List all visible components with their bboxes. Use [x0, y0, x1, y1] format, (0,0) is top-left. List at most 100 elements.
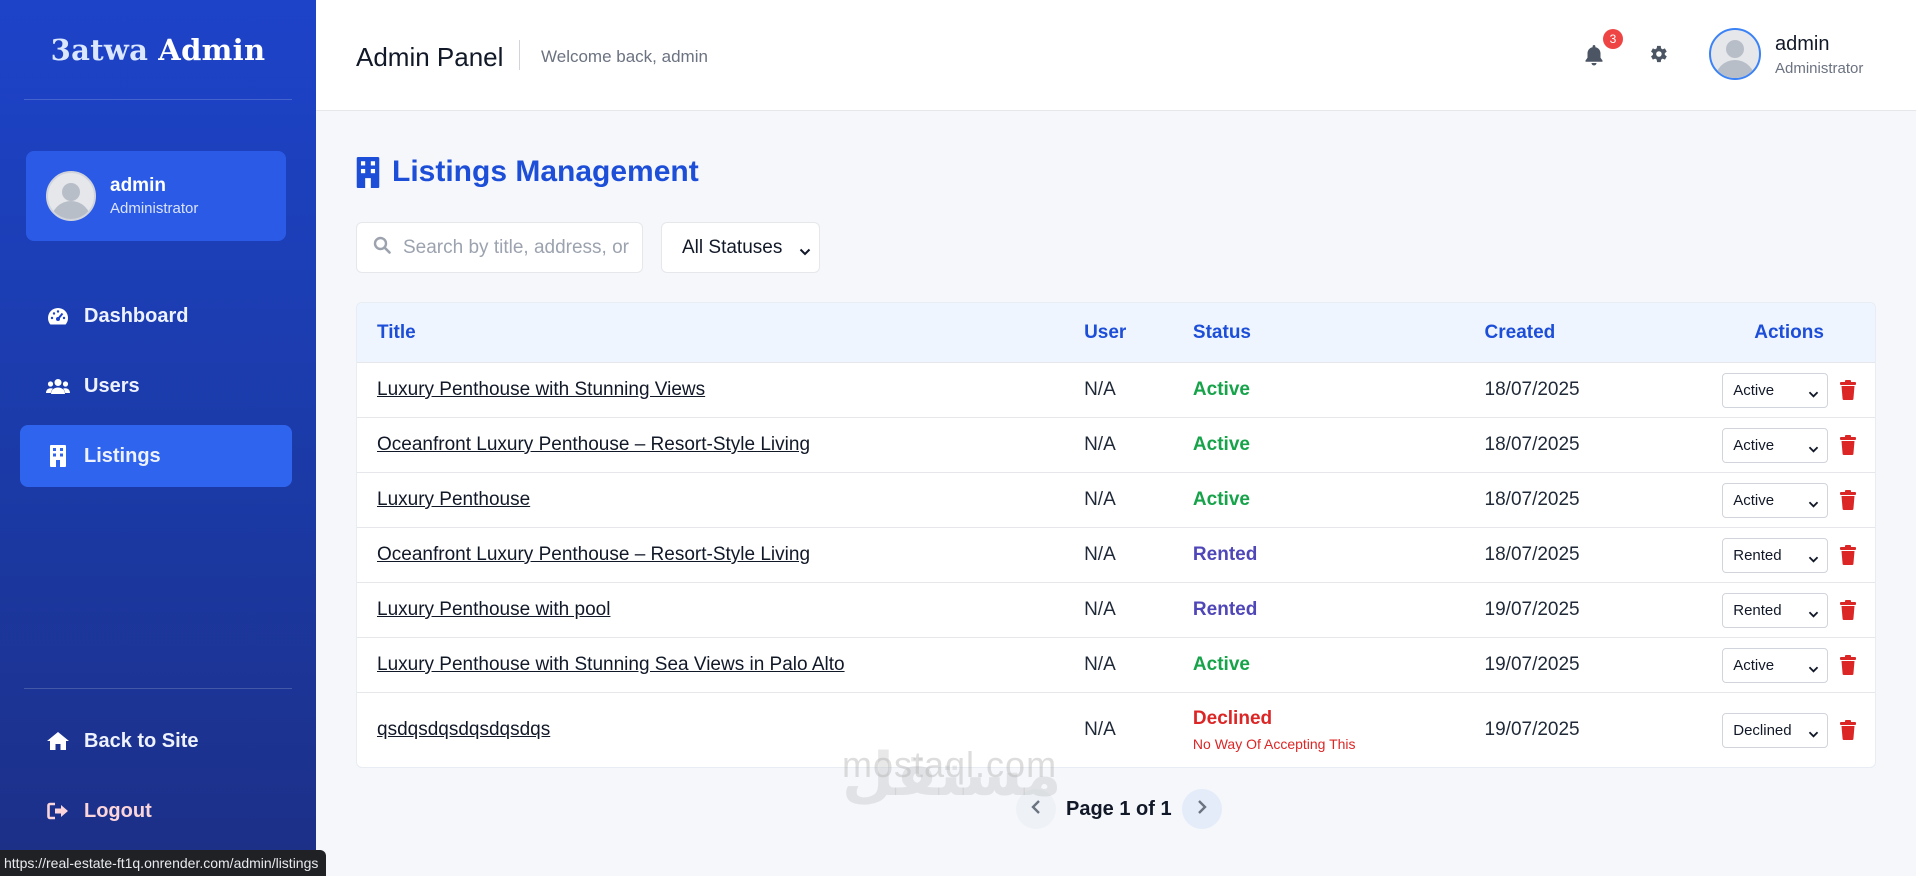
avatar [46, 171, 96, 221]
created-date: 18/07/2025 [1484, 434, 1580, 455]
listing-user: N/A [1084, 489, 1116, 510]
profile-role: Administrator [110, 200, 199, 217]
listing-title-link[interactable]: qsdqsdqsdqsdqsdqs [377, 719, 550, 740]
trash-icon[interactable] [1840, 655, 1857, 675]
status-action-value: Active [1733, 656, 1775, 674]
search-icon [373, 236, 391, 259]
status-badge: Active [1192, 379, 1250, 400]
header-user-info[interactable]: admin Administrator [1775, 33, 1863, 77]
trash-icon[interactable] [1840, 600, 1857, 620]
column-header-actions: Actions [1754, 321, 1824, 343]
status-action-select[interactable]: Active [1722, 427, 1829, 463]
status-action-select[interactable]: Declined [1722, 712, 1829, 748]
listing-title-link[interactable]: Luxury Penthouse with pool [377, 599, 610, 620]
listing-title-link[interactable]: Oceanfront Luxury Penthouse – Resort-Sty… [377, 544, 810, 565]
status-action-value: Rented [1733, 601, 1782, 619]
watermark-text: mostaql.com [842, 744, 1058, 785]
table-header: Title User Status Created Actions [357, 303, 1875, 362]
listing-user: N/A [1084, 719, 1116, 740]
chevron-down-icon [1808, 441, 1819, 458]
sidebar-item-label: Logout [84, 799, 152, 822]
listing-user: N/A [1084, 379, 1116, 400]
listing-user: N/A [1084, 434, 1116, 455]
brand-logo[interactable]: 3atwa Admin [0, 0, 316, 100]
listing-title-link[interactable]: Luxury Penthouse with Stunning Views [377, 379, 705, 400]
status-badge: Active [1192, 489, 1250, 510]
table-row: Luxury Penthouse N/A Active 18/07/2025 A… [357, 472, 1875, 527]
divider [24, 99, 292, 100]
chevron-down-icon [799, 241, 811, 263]
sidebar: 3atwa Admin admin Administrator Dashboar… [0, 0, 316, 876]
sidebar-item-listings[interactable]: Listings [20, 425, 292, 487]
listing-user: N/A [1084, 599, 1116, 620]
listing-user: N/A [1084, 654, 1116, 675]
chevron-down-icon [1808, 386, 1819, 403]
created-date: 18/07/2025 [1484, 379, 1580, 400]
created-date: 19/07/2025 [1484, 719, 1580, 740]
decline-reason: No Way Of Accepting This [1192, 736, 1356, 752]
status-action-value: Active [1733, 436, 1775, 454]
gear-icon[interactable] [1647, 43, 1669, 70]
column-header-user: User [1084, 321, 1127, 343]
trash-icon[interactable] [1840, 490, 1857, 510]
table-row: qsdqsdqsdqsdqsdqs N/A Declined No Way Of… [357, 692, 1875, 767]
status-badge: Active [1192, 434, 1250, 455]
brand-part2: Admin [158, 33, 266, 67]
page-title: Listings Management [356, 155, 699, 189]
status-badge: Declined [1192, 708, 1273, 729]
status-action-select[interactable]: Active [1722, 647, 1829, 683]
building-icon [356, 156, 380, 188]
building-icon [46, 445, 70, 467]
home-icon [46, 730, 70, 752]
sidebar-item-logout[interactable]: Logout [20, 780, 292, 842]
top-header: Admin Panel Welcome back, admin 3 admin … [316, 0, 1916, 111]
trash-icon[interactable] [1840, 720, 1857, 740]
sidebar-item-users[interactable]: Users [20, 355, 292, 417]
divider [24, 688, 292, 689]
header-title: Admin Panel [356, 42, 504, 72]
header-user-role: Administrator [1775, 60, 1864, 77]
chevron-down-icon [1808, 496, 1819, 513]
header-avatar[interactable] [1709, 28, 1761, 80]
listing-title-link[interactable]: Oceanfront Luxury Penthouse – Resort-Sty… [377, 434, 810, 455]
listing-user: N/A [1084, 544, 1116, 565]
created-date: 19/07/2025 [1484, 599, 1580, 620]
status-action-value: Rented [1733, 546, 1782, 564]
sidebar-bottom-nav: Back to Site Logout [20, 710, 292, 850]
status-filter-value: All Statuses [682, 236, 783, 258]
brand-part1: 3atwa [50, 33, 149, 67]
status-action-select[interactable]: Active [1722, 482, 1829, 518]
notification-badge: 3 [1603, 29, 1623, 49]
listing-title-link[interactable]: Luxury Penthouse with Stunning Sea Views… [377, 654, 845, 675]
header-divider [519, 40, 520, 70]
search-input[interactable] [403, 236, 633, 259]
bell-icon[interactable] [1584, 44, 1604, 71]
chevron-down-icon [1808, 606, 1819, 623]
column-header-status: Status [1192, 321, 1251, 343]
status-action-select[interactable]: Rented [1722, 537, 1829, 573]
table-row: Luxury Penthouse with pool N/A Rented 19… [357, 582, 1875, 637]
sidebar-item-label: Back to Site [84, 729, 199, 752]
status-badge: Rented [1192, 599, 1258, 620]
trash-icon[interactable] [1840, 380, 1857, 400]
sidebar-item-label: Users [84, 374, 140, 397]
trash-icon[interactable] [1840, 545, 1857, 565]
sidebar-item-dashboard[interactable]: Dashboard [20, 285, 292, 347]
status-action-value: Declined [1733, 721, 1792, 739]
profile-name: admin [110, 175, 166, 196]
chevron-down-icon [1808, 551, 1819, 568]
created-date: 18/07/2025 [1484, 544, 1580, 565]
logout-icon [46, 800, 70, 822]
browser-status-bar: https://real-estate-ft1q.onrender.com/ad… [0, 850, 327, 876]
sidebar-item-label: Listings [84, 444, 161, 467]
status-action-select[interactable]: Active [1722, 372, 1829, 408]
dashboard-icon [46, 305, 70, 327]
listing-title-link[interactable]: Luxury Penthouse [377, 489, 530, 510]
next-page-button[interactable] [1181, 789, 1222, 829]
status-filter-select[interactable]: All Statuses [661, 222, 820, 273]
sidebar-item-label: Dashboard [84, 304, 189, 327]
trash-icon[interactable] [1840, 435, 1857, 455]
listings-table: Title User Status Created Actions Luxury… [356, 302, 1876, 768]
sidebar-item-back-to-site[interactable]: Back to Site [20, 710, 292, 772]
status-action-select[interactable]: Rented [1722, 592, 1829, 628]
